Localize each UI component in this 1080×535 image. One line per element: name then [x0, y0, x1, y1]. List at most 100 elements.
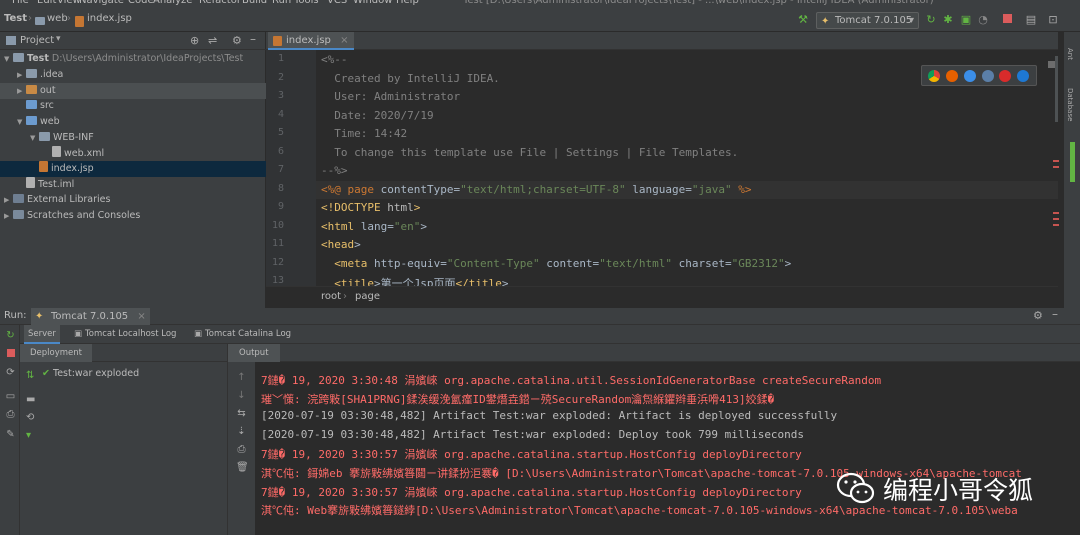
minimize-icon[interactable]: –: [1052, 307, 1058, 321]
rerun-icon[interactable]: ↻: [924, 13, 938, 27]
inspection-status-icon[interactable]: [1048, 61, 1055, 68]
menu-item-analyze[interactable]: Analyze: [153, 0, 192, 6]
chevron-down-icon[interactable]: ▾: [56, 34, 61, 44]
tree-item[interactable]: ▶ out: [0, 83, 266, 99]
close-icon[interactable]: ×: [137, 311, 145, 322]
error-stripe[interactable]: [1053, 212, 1059, 214]
print-icon[interactable]: ⎙: [236, 444, 247, 455]
minimize-icon[interactable]: –: [250, 32, 256, 46]
tree-item[interactable]: ▼ Test D:\Users\Administrator\IdeaProject…: [0, 51, 266, 67]
deployment-item[interactable]: ✔ Test:war exploded: [42, 368, 139, 379]
chevron-right-icon[interactable]: ▶: [17, 83, 26, 99]
error-stripe[interactable]: [1053, 218, 1059, 220]
code-line[interactable]: User: Administrator: [321, 90, 460, 103]
chevron-down-icon[interactable]: ▼: [30, 130, 39, 146]
tree-item[interactable]: ▶ .idea: [0, 67, 266, 83]
deployment-header[interactable]: Deployment: [20, 344, 92, 362]
stop-icon[interactable]: [5, 349, 16, 360]
code-line[interactable]: Time: 14:42: [321, 127, 407, 140]
menu-item-vcs[interactable]: VCS: [327, 0, 347, 6]
run-config-tab[interactable]: ✦ Tomcat 7.0.105 ×: [31, 308, 150, 325]
chevron-right-icon[interactable]: ▶: [17, 67, 26, 83]
tree-item[interactable]: ▶ External Libraries: [0, 192, 266, 208]
ant-tool-button[interactable]: Ant: [1066, 48, 1074, 60]
scroll-to-end-icon[interactable]: ⇣: [236, 426, 247, 437]
tree-item[interactable]: ▶ Scratches and Consoles: [0, 208, 266, 224]
database-tool-button[interactable]: Database: [1066, 88, 1074, 121]
code-line[interactable]: --%>: [321, 164, 348, 177]
search-everywhere-icon[interactable]: ⊡: [1046, 13, 1060, 27]
tab-localhost-log[interactable]: ▣ Tomcat Localhost Log: [70, 325, 180, 344]
menu-item-run[interactable]: Run: [272, 0, 291, 6]
gear-icon[interactable]: ⚙: [232, 34, 242, 47]
output-header[interactable]: Output: [228, 344, 280, 362]
deploy-artifact-icon[interactable]: ▾: [26, 430, 31, 441]
menu-item-file[interactable]: File: [12, 0, 29, 6]
tree-item[interactable]: ▼ web: [0, 114, 266, 130]
refresh-icon[interactable]: ⟲: [26, 412, 34, 423]
menu-item-code[interactable]: Code: [128, 0, 154, 6]
ie-icon[interactable]: [1017, 70, 1029, 82]
tab-index-jsp[interactable]: index.jsp ×: [268, 32, 355, 50]
tree-item[interactable]: ▼ WEB-INF: [0, 130, 266, 146]
profile-icon[interactable]: ◔: [976, 13, 990, 27]
menu-item-edit[interactable]: Edit: [37, 0, 56, 6]
soft-wrap-icon[interactable]: ⇆: [236, 408, 247, 419]
menu-item-tools[interactable]: Tools: [294, 0, 319, 6]
code-line[interactable]: <%--: [321, 53, 348, 66]
chevron-down-icon[interactable]: ▼: [4, 51, 13, 67]
editor-scrollbar[interactable]: [1055, 56, 1058, 122]
error-stripe[interactable]: [1053, 166, 1059, 168]
nav-folder[interactable]: web: [47, 13, 68, 24]
breadcrumb-root[interactable]: root: [321, 291, 341, 302]
locate-icon[interactable]: ⊕: [190, 34, 199, 47]
stop-icon[interactable]: [1000, 13, 1014, 27]
code-line[interactable]: <%@ page contentType="text/html;charset=…: [321, 183, 752, 196]
error-stripe[interactable]: [1053, 160, 1059, 162]
restart-icon[interactable]: ⟳: [5, 367, 16, 378]
undeploy-icon[interactable]: ▬: [26, 394, 35, 405]
build-hammer-icon[interactable]: ⚒: [796, 13, 810, 27]
tab-server[interactable]: Server: [24, 325, 60, 344]
error-stripe[interactable]: [1053, 224, 1059, 226]
deploy-all-icon[interactable]: ⇅: [26, 370, 34, 381]
menu-item-view[interactable]: View: [57, 0, 81, 6]
run-config-selector[interactable]: ✦ Tomcat 7.0.105 ▾: [816, 12, 919, 29]
tree-item[interactable]: Test.iml: [0, 177, 266, 193]
menu-item-refactor[interactable]: Refactor: [199, 0, 241, 6]
code-line[interactable]: <meta http-equiv="Content-Type" content=…: [321, 257, 791, 270]
code-line[interactable]: <!DOCTYPE html>: [321, 201, 420, 214]
menu-item-build[interactable]: Build: [242, 0, 267, 6]
nav-project[interactable]: Test: [4, 13, 27, 24]
tree-item[interactable]: src: [0, 98, 266, 114]
chevron-right-icon[interactable]: ▶: [4, 192, 13, 208]
layout-icon[interactable]: ▭: [5, 391, 16, 402]
clear-all-icon[interactable]: 🗑: [236, 462, 249, 473]
code-line[interactable]: <html lang="en">: [321, 220, 427, 233]
code-line[interactable]: Date: 2020/7/19: [321, 109, 433, 122]
menu-item-navigate[interactable]: Navigate: [79, 0, 124, 6]
tab-catalina-log[interactable]: ▣ Tomcat Catalina Log: [190, 325, 295, 344]
opera-icon[interactable]: [999, 70, 1011, 82]
close-icon[interactable]: ×: [340, 35, 348, 46]
code-line[interactable]: Created by IntelliJ IDEA.: [321, 72, 500, 85]
code-line[interactable]: To change this template use File | Setti…: [321, 146, 738, 159]
nav-file[interactable]: index.jsp: [87, 13, 132, 24]
chevron-right-icon[interactable]: ▶: [4, 208, 13, 224]
safari-icon[interactable]: [964, 70, 976, 82]
menu-item-help[interactable]: Help: [396, 0, 419, 6]
breadcrumb-page[interactable]: page: [355, 291, 380, 302]
collapse-all-icon[interactable]: ⇌: [208, 34, 217, 47]
debug-bug-icon[interactable]: ✱: [941, 13, 955, 27]
menu-item-window[interactable]: Window: [353, 0, 392, 6]
chevron-down-icon[interactable]: ▼: [17, 114, 26, 130]
tree-item[interactable]: web.xml: [0, 146, 266, 162]
firefox-icon[interactable]: [946, 70, 958, 82]
scroll-up-icon[interactable]: ↑: [236, 372, 247, 383]
chrome-icon[interactable]: [928, 70, 940, 82]
tree-item[interactable]: index.jsp: [0, 161, 266, 177]
chromium-icon[interactable]: [982, 70, 994, 82]
rerun-icon[interactable]: ↻: [5, 330, 16, 341]
project-structure-icon[interactable]: ▤: [1024, 13, 1038, 27]
print-icon[interactable]: ⎙: [5, 409, 16, 420]
